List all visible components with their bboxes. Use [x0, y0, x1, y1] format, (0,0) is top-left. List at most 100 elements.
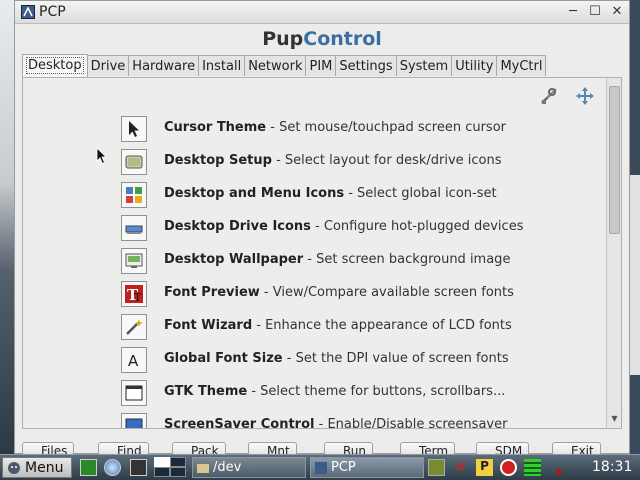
task-pcp[interactable]: PCP — [310, 457, 424, 478]
tab-desktop[interactable]: Desktop — [22, 54, 88, 77]
run-button[interactable]: Run — [324, 442, 374, 454]
sdm-button[interactable]: SDM — [476, 442, 530, 454]
terminal-icon[interactable] — [130, 459, 147, 476]
workspace-2-icon[interactable] — [170, 457, 186, 467]
close-button[interactable]: ✕ — [609, 4, 625, 20]
tab-utility[interactable]: Utility — [451, 55, 498, 76]
wallpaper-icon — [121, 248, 147, 274]
app-icon — [21, 5, 35, 19]
folder-icon — [197, 464, 209, 473]
task-label: PCP — [331, 460, 356, 475]
list-item-desktop-setup[interactable]: Desktop Setup - Select layout for desk/d… — [121, 147, 601, 180]
list-item-desktop-menu-icons[interactable]: Desktop and Menu Icons - Select global i… — [121, 180, 601, 213]
icon-set-icon — [121, 182, 147, 208]
network-tray-icon[interactable] — [428, 459, 445, 476]
gtk-theme-icon — [121, 380, 147, 406]
item-desc: - Select theme for buttons, scrollbars..… — [247, 384, 506, 399]
item-name: Desktop Wallpaper — [164, 252, 304, 267]
desktop-setup-icon — [121, 149, 147, 175]
workspace-4-icon[interactable] — [170, 467, 186, 477]
list-item-font-wizard[interactable]: Font Wizard - Enhance the appearance of … — [121, 312, 601, 345]
item-name: GTK Theme — [164, 384, 248, 399]
package-tray-icon[interactable]: P — [476, 459, 493, 476]
clock: 18:31 — [592, 459, 633, 475]
item-desc: - Set the DPI value of screen fonts — [282, 351, 509, 366]
item-title: Desktop and Menu Icons - Select global i… — [164, 186, 497, 201]
item-title: Font Preview - View/Compare available sc… — [164, 285, 514, 300]
list-item-cursor-theme[interactable]: Cursor Theme - Set mouse/touchpad screen… — [121, 114, 601, 147]
mouse-pointer-icon — [96, 147, 107, 165]
heading-pup: Pup — [262, 28, 304, 50]
list-item-font-preview[interactable]: TT Font Preview - View/Compare available… — [121, 279, 601, 312]
mnt-button[interactable]: Mnt — [248, 442, 297, 454]
tab-label: Desktop — [26, 57, 84, 74]
list-item-gtk-theme[interactable]: GTK Theme - Select theme for buttons, sc… — [121, 378, 601, 411]
term-button[interactable]: Term — [400, 442, 456, 454]
tools-icon[interactable] — [539, 86, 559, 106]
scrollbar[interactable]: ▼ — [606, 78, 621, 428]
desktop-background — [0, 0, 14, 454]
puppy-menu-icon — [8, 462, 20, 474]
item-name: Desktop Drive Icons — [164, 219, 311, 234]
item-name: Font Wizard — [164, 318, 253, 333]
files-button[interactable]: Files — [22, 442, 75, 454]
minimize-button[interactable]: ─ — [565, 4, 581, 20]
tab-install[interactable]: Install — [198, 55, 246, 76]
tab-drive[interactable]: Drive — [86, 55, 130, 76]
tab-network[interactable]: Network — [244, 55, 307, 76]
firewall-tray-icon[interactable] — [500, 459, 517, 476]
workspace-1-icon[interactable] — [154, 457, 170, 467]
item-name: Font Preview — [164, 285, 260, 300]
item-title: Font Wizard - Enhance the appearance of … — [164, 318, 512, 333]
maximize-button[interactable]: ☐ — [587, 4, 603, 20]
pcp-task-icon — [315, 462, 327, 474]
screensaver-icon — [121, 413, 147, 428]
bottom-button-row: Files Find Pack Mnt Run Term SDM Exit — [14, 440, 630, 454]
window-title: PCP — [39, 4, 66, 20]
item-desc: - Enhance the appearance of LCD fonts — [252, 318, 512, 333]
svg-text:A: A — [128, 352, 139, 370]
scroll-down-arrow-icon[interactable]: ▼ — [609, 414, 620, 424]
item-name: Global Font Size — [164, 351, 283, 366]
item-title: Desktop Drive Icons - Configure hot-plug… — [164, 219, 523, 234]
app-heading: PupControl — [15, 28, 629, 50]
item-title: ScreenSaver Control - Enable/Disable scr… — [164, 417, 508, 429]
item-name: Desktop and Menu Icons — [164, 186, 345, 201]
tab-myctrl[interactable]: MyCtrl — [496, 55, 547, 76]
show-desktop-icon[interactable] — [80, 459, 97, 476]
list-item-screensaver-control[interactable]: ScreenSaver Control - Enable/Disable scr… — [121, 411, 601, 429]
svg-text:T: T — [134, 291, 142, 304]
item-title: Desktop Setup - Select layout for desk/d… — [164, 153, 502, 168]
pack-button[interactable]: Pack — [172, 442, 226, 454]
volume-muted-icon[interactable]: ✕ — [452, 459, 469, 476]
scrollbar-thumb[interactable] — [609, 86, 620, 234]
task-dev[interactable]: /dev — [192, 457, 306, 478]
list-item-desktop-wallpaper[interactable]: Desktop Wallpaper - Set screen backgroun… — [121, 246, 601, 279]
item-desc: - Select global icon-set — [344, 186, 497, 201]
title-bar[interactable]: PCP ─ ☐ ✕ — [15, 1, 629, 24]
menu-button[interactable]: Menu — [2, 457, 72, 478]
workspace-3-icon[interactable] — [154, 467, 170, 477]
drive-icon — [121, 215, 147, 241]
item-desc: - Enable/Disable screensaver — [314, 417, 508, 429]
menu-label: Menu — [25, 460, 64, 476]
item-name: Cursor Theme — [164, 120, 267, 135]
tab-system[interactable]: System — [395, 55, 453, 76]
move-icon[interactable] — [575, 86, 595, 106]
item-name: ScreenSaver Control — [164, 417, 315, 429]
heading-control: Control — [303, 28, 382, 50]
cpu-meter-icon — [524, 459, 541, 476]
exit-button[interactable]: Exit — [552, 442, 601, 454]
tab-pim[interactable]: PIM — [305, 55, 337, 76]
item-desc: - Select layout for desk/drive icons — [271, 153, 502, 168]
item-title: Cursor Theme - Set mouse/touchpad screen… — [164, 120, 506, 135]
browser-icon[interactable] — [104, 459, 121, 476]
tab-settings[interactable]: Settings — [335, 55, 397, 76]
tab-hardware[interactable]: Hardware — [128, 55, 200, 76]
item-desc: - Configure hot-plugged devices — [310, 219, 524, 234]
find-button[interactable]: Find — [98, 442, 149, 454]
list-item-desktop-drive-icons[interactable]: Desktop Drive Icons - Configure hot-plug… — [121, 213, 601, 246]
list-item-global-font-size[interactable]: A Global Font Size - Set the DPI value o… — [121, 345, 601, 378]
desktop-tab-panel: Cursor Theme - Set mouse/touchpad screen… — [22, 77, 622, 429]
mouse-pointer-icon-small — [557, 468, 564, 477]
